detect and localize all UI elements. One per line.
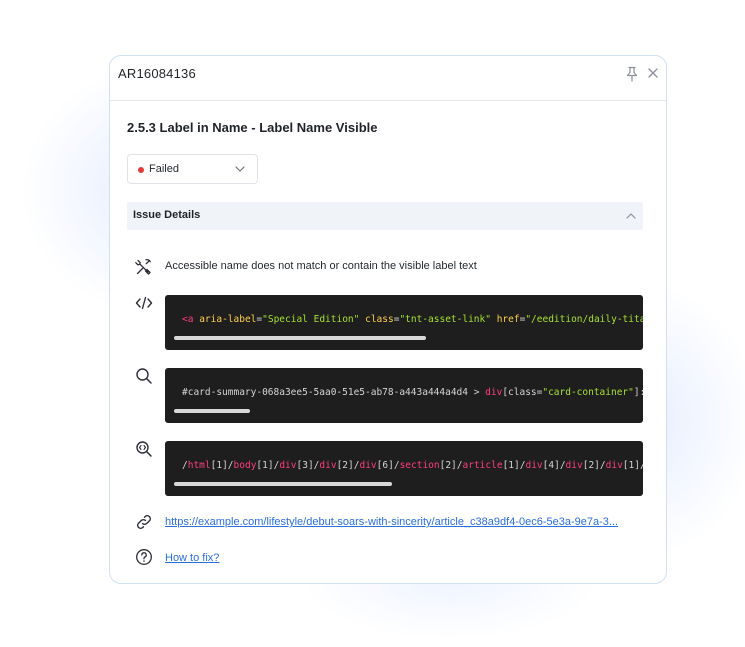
status-dot xyxy=(138,167,144,173)
xpath-index: [3] xyxy=(296,460,314,471)
xpath-tag: div xyxy=(359,460,377,471)
xpath-tag: section xyxy=(399,460,440,471)
xpath-index: [1] xyxy=(622,460,640,471)
search-icon xyxy=(136,368,152,384)
code-text: [class= xyxy=(502,387,543,398)
code-value: "tnt-asset-link" xyxy=(399,314,491,325)
code-value: "/eedition/daily-titan- xyxy=(525,314,643,325)
code-text: #card-summary-068a3ee5-5aa0-51e5-ab78-a4… xyxy=(182,387,486,398)
xpath-text: /html[1]/body[1]/div[3]/div[2]/div[6]/se… xyxy=(182,460,643,471)
help-icon xyxy=(136,549,152,565)
xpath-tag: article xyxy=(462,460,503,471)
xpath-tag: body xyxy=(233,460,257,471)
xpath-index: [2] xyxy=(582,460,600,471)
xpath-tag: div xyxy=(565,460,583,471)
code-value: "Special Edition" xyxy=(262,314,360,325)
code-value: "card-container" xyxy=(542,387,634,398)
pin-icon[interactable] xyxy=(625,66,639,82)
issue-description: Accessible name does not match or contai… xyxy=(165,260,477,272)
xpath-index: [1] xyxy=(502,460,520,471)
code-attr: aria-label xyxy=(199,314,257,325)
xpath-index: [4] xyxy=(542,460,560,471)
html-snippet-text: <a aria-label="Special Edition" class="t… xyxy=(182,314,643,325)
section-title: Issue Details xyxy=(133,209,201,221)
xpath-tag: div xyxy=(525,460,543,471)
xpath-tag: html xyxy=(187,460,211,471)
issue-details-section-header[interactable]: Issue Details xyxy=(127,202,643,230)
close-icon[interactable] xyxy=(647,67,659,79)
issue-detail-panel: AR16084136 2.5.3 Label in Name - Label N… xyxy=(109,55,667,584)
chevron-up-icon xyxy=(626,213,636,219)
issue-id: AR16084136 xyxy=(118,66,196,81)
rule-title: 2.5.3 Label in Name - Label Name Visible xyxy=(127,120,378,135)
xpath-index: [1] xyxy=(256,460,274,471)
code-icon xyxy=(135,296,153,310)
status-label: Failed xyxy=(149,163,179,175)
status-dropdown[interactable]: Failed xyxy=(127,154,258,184)
css-selector-text: #card-summary-068a3ee5-5aa0-51e5-ab78-a4… xyxy=(182,387,643,398)
xpath-index: [2] xyxy=(439,460,457,471)
how-to-fix-link[interactable]: How to fix? xyxy=(165,552,219,564)
xpath-tag: div xyxy=(605,460,623,471)
xpath-index: [1] xyxy=(210,460,228,471)
code-attr: href xyxy=(496,314,520,325)
chevron-down-icon xyxy=(235,166,245,172)
zoom-code-icon xyxy=(136,441,152,457)
code-tag: div xyxy=(485,387,503,398)
horizontal-scrollbar[interactable] xyxy=(174,482,392,486)
xpath-index: [6] xyxy=(376,460,394,471)
tools-icon xyxy=(135,259,151,275)
xpath-tag: div xyxy=(279,460,297,471)
code-attr: class xyxy=(365,314,394,325)
horizontal-scrollbar[interactable] xyxy=(174,409,250,413)
page-url-link[interactable]: https://example.com/lifestyle/debut-soar… xyxy=(165,516,618,528)
panel-header: AR16084136 xyxy=(110,56,666,101)
xpath-index: [2] xyxy=(336,460,354,471)
code-text: ]:nth xyxy=(633,387,643,398)
link-icon xyxy=(137,515,151,529)
css-selector-code[interactable]: #card-summary-068a3ee5-5aa0-51e5-ab78-a4… xyxy=(165,368,643,423)
xpath-tag: div xyxy=(319,460,337,471)
code-tag: <a xyxy=(182,314,194,325)
xpath-separator: / xyxy=(640,460,643,471)
html-snippet-code[interactable]: <a aria-label="Special Edition" class="t… xyxy=(165,295,643,350)
xpath-code[interactable]: /html[1]/body[1]/div[3]/div[2]/div[6]/se… xyxy=(165,441,643,496)
horizontal-scrollbar[interactable] xyxy=(174,336,426,340)
